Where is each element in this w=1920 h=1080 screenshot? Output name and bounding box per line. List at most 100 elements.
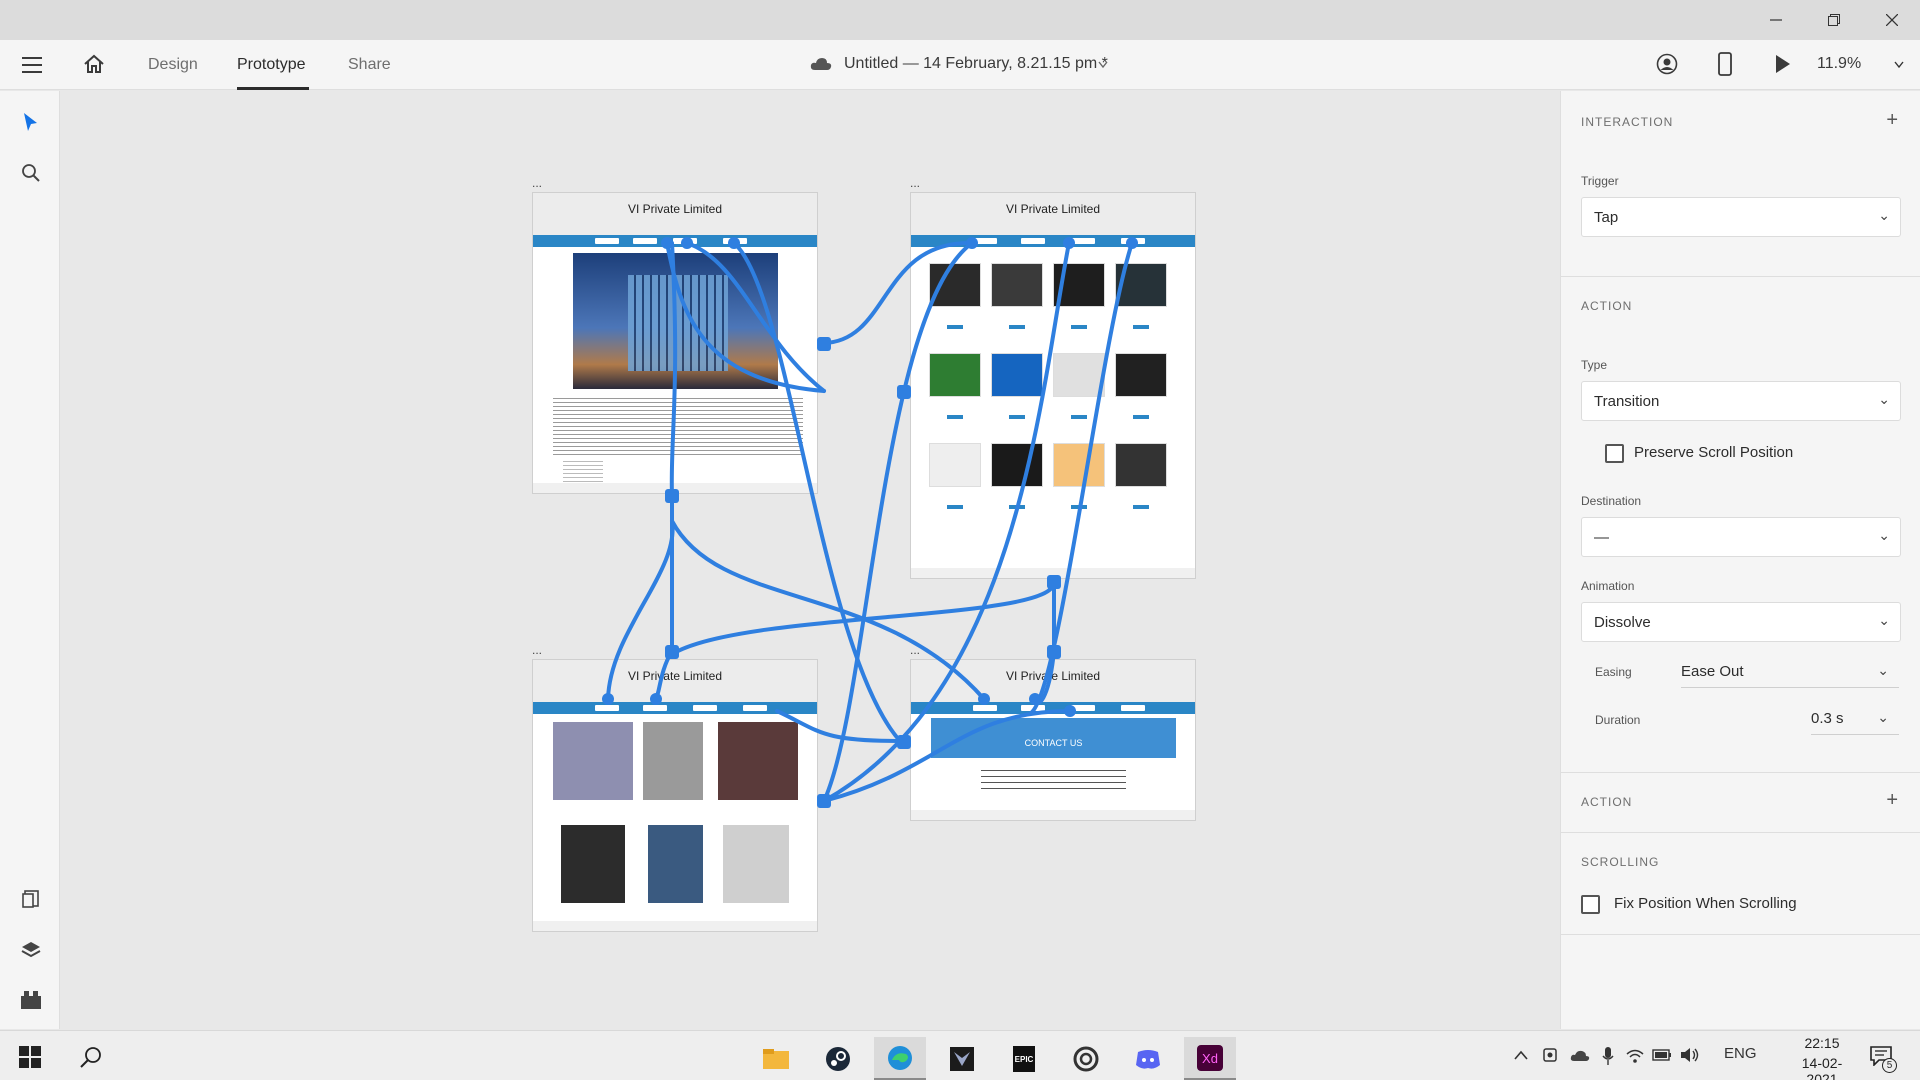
ubisoft-icon	[1073, 1046, 1099, 1072]
trigger-value: Tap	[1594, 209, 1619, 226]
steam-icon	[826, 1047, 850, 1071]
tab-design[interactable]: Design	[148, 56, 198, 74]
close-icon	[1886, 14, 1898, 26]
animation-label: Animation	[1581, 579, 1635, 593]
clock-date: 14-02-2021	[1801, 1055, 1843, 1080]
wire[interactable]	[1029, 241, 1134, 715]
show-hidden-icons-icon[interactable]	[1514, 1050, 1528, 1060]
battery-icon[interactable]	[1652, 1049, 1672, 1061]
chevron-down-icon[interactable]	[1098, 61, 1108, 69]
assets-icon[interactable]	[22, 890, 40, 908]
webcam-icon[interactable]	[1542, 1047, 1558, 1063]
design-canvas[interactable]: ... VI Private Limited ... VI Private Li…	[60, 91, 1560, 1029]
fix-position-label: Fix Position When Scrolling	[1614, 895, 1797, 912]
easing-label: Easing	[1595, 665, 1632, 679]
tab-prototype[interactable]: Prototype	[237, 56, 305, 74]
trigger-select[interactable]: Tap ⌄	[1581, 197, 1901, 237]
minimize-icon	[1770, 19, 1782, 21]
chevron-down-icon: ⌄	[1877, 709, 1889, 725]
wire[interactable]	[822, 240, 974, 345]
zoom-chevron-down-icon[interactable]	[1894, 61, 1904, 69]
plugins-icon[interactable]	[20, 990, 42, 1010]
folder-icon	[763, 1049, 789, 1069]
wire[interactable]	[670, 519, 986, 701]
file-explorer-app[interactable]	[750, 1037, 802, 1080]
wire[interactable]	[685, 241, 826, 393]
home-icon[interactable]	[83, 54, 105, 74]
divider	[1561, 832, 1920, 833]
preserve-scroll-checkbox[interactable]	[1605, 444, 1624, 463]
svg-text:EPIC: EPIC	[1015, 1055, 1034, 1064]
duration-label: Duration	[1595, 713, 1641, 727]
preserve-scroll-label: Preserve Scroll Position	[1634, 444, 1794, 461]
restore-button[interactable]	[1806, 0, 1862, 40]
chevron-down-icon: ⌄	[1878, 527, 1890, 543]
close-button[interactable]	[1864, 0, 1920, 40]
epic-games-app[interactable]: EPIC	[998, 1037, 1050, 1080]
language-indicator[interactable]: ENG	[1724, 1045, 1757, 1062]
select-tool-icon[interactable]	[22, 112, 38, 132]
wire[interactable]	[669, 241, 678, 497]
chevron-down-icon: ⌄	[1878, 207, 1890, 223]
clock-time: 22:15	[1804, 1035, 1840, 1051]
chevron-down-icon: ⌄	[1878, 612, 1890, 628]
user-icon[interactable]	[1656, 53, 1678, 75]
volume-icon[interactable]	[1680, 1047, 1700, 1063]
action2-section-title: ACTION	[1581, 795, 1633, 809]
play-icon[interactable]	[1775, 54, 1791, 74]
mobile-preview-icon[interactable]	[1718, 52, 1732, 76]
windows-taskbar: EPIC Xd ENG 22:15 14-02-2021 5	[0, 1030, 1920, 1080]
steam-app[interactable]	[812, 1037, 864, 1080]
left-toolbar	[0, 91, 60, 1029]
easing-value: Ease Out	[1681, 663, 1744, 680]
adobe-xd-app[interactable]: Xd	[1184, 1037, 1236, 1080]
windows-start-icon[interactable]	[19, 1046, 41, 1068]
action-section-title: ACTION	[1581, 299, 1633, 313]
type-value: Transition	[1594, 393, 1660, 410]
animation-value: Dissolve	[1594, 614, 1651, 631]
destination-select[interactable]: — ⌄	[1581, 517, 1901, 557]
epic-games-icon: EPIC	[1013, 1046, 1035, 1072]
duration-value: 0.3 s	[1811, 710, 1844, 727]
divider	[1561, 934, 1920, 935]
wire-handles[interactable]	[665, 337, 1061, 808]
wire[interactable]	[822, 241, 974, 803]
type-label: Type	[1581, 358, 1608, 372]
layers-icon[interactable]	[21, 941, 41, 959]
svg-text:Xd: Xd	[1202, 1051, 1218, 1066]
duration-select[interactable]: 0.3 s ⌄	[1811, 701, 1899, 735]
minimize-button[interactable]	[1748, 0, 1804, 40]
fix-position-checkbox[interactable]	[1581, 895, 1600, 914]
zoom-level[interactable]: 11.9%	[1817, 55, 1861, 73]
notification-count: 5	[1882, 1058, 1897, 1073]
predator-app[interactable]	[936, 1037, 988, 1080]
easing-select[interactable]: Ease Out ⌄	[1681, 654, 1899, 688]
adobe-xd-icon: Xd	[1197, 1044, 1223, 1071]
microphone-icon[interactable]	[1602, 1046, 1614, 1066]
trigger-label: Trigger	[1581, 174, 1619, 188]
wifi-icon[interactable]	[1626, 1048, 1644, 1064]
edge-icon	[888, 1045, 912, 1070]
cloud-icon	[810, 58, 832, 70]
chevron-down-icon: ⌄	[1878, 391, 1890, 407]
wire[interactable]	[822, 709, 1072, 803]
taskbar-search-icon[interactable]	[80, 1046, 102, 1068]
onedrive-icon[interactable]	[1570, 1049, 1590, 1062]
divider	[1561, 276, 1920, 277]
edge-app[interactable]	[874, 1037, 926, 1080]
property-inspector: INTERACTION + Trigger Tap ⌄ ACTION Type …	[1560, 91, 1920, 1029]
discord-icon	[1136, 1050, 1160, 1069]
discord-app[interactable]	[1122, 1037, 1174, 1080]
add-action-icon[interactable]: +	[1886, 789, 1898, 812]
add-interaction-icon[interactable]: +	[1886, 109, 1898, 132]
interaction-section-title: INTERACTION	[1581, 115, 1674, 129]
menu-icon[interactable]	[22, 57, 42, 73]
prototype-wires	[602, 237, 1138, 808]
clock[interactable]: 22:15 14-02-2021	[1790, 1035, 1854, 1080]
type-select[interactable]: Transition ⌄	[1581, 381, 1901, 421]
document-title[interactable]: Untitled — 14 February, 8.21.15 pm *	[844, 55, 1108, 73]
zoom-tool-icon[interactable]	[21, 163, 41, 183]
ubisoft-app[interactable]	[1060, 1037, 1112, 1080]
animation-select[interactable]: Dissolve ⌄	[1581, 602, 1901, 642]
tab-share[interactable]: Share	[348, 56, 391, 74]
